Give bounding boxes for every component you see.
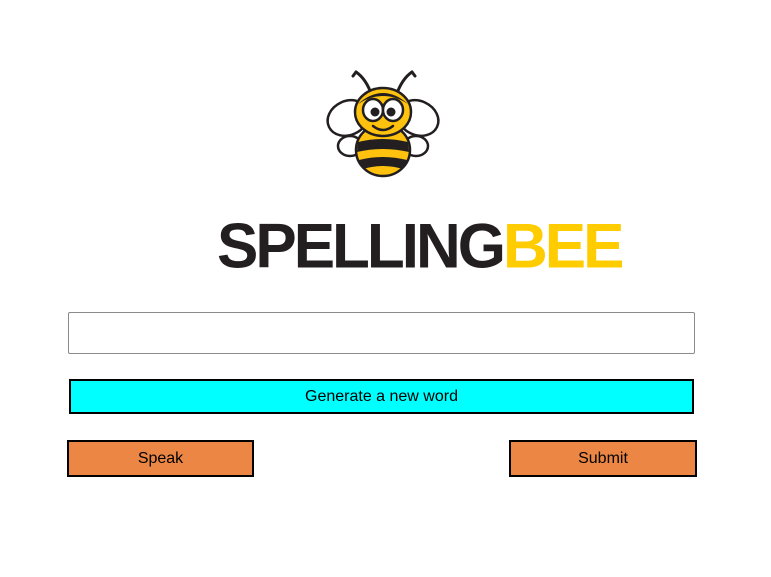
title-spelling: SPELLING (217, 211, 506, 282)
speak-button[interactable]: Speak (67, 440, 254, 477)
title-bee: BEE (503, 211, 624, 282)
bee-icon (326, 70, 440, 178)
word-input[interactable] (68, 312, 695, 354)
spelling-bee-title: SPELLING BEE (217, 205, 625, 282)
spelling-bee-page: SPELLING BEE Generate a new word Speak S… (0, 0, 771, 577)
generate-word-button[interactable]: Generate a new word (69, 379, 694, 414)
submit-button[interactable]: Submit (509, 440, 697, 477)
